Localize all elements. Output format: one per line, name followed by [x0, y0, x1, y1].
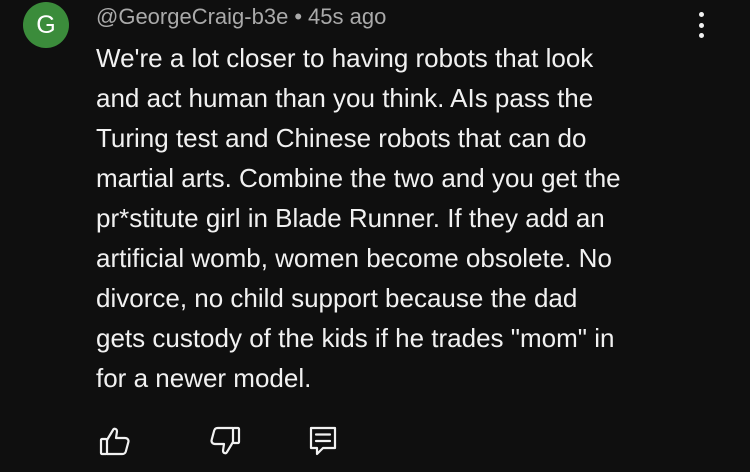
reply-button[interactable] [306, 424, 340, 458]
timestamp[interactable]: 45s ago [308, 4, 386, 29]
more-options-button[interactable] [688, 8, 714, 42]
comment-line: Turing test and Chinese robots that can … [96, 123, 587, 153]
reply-comment-icon [309, 426, 337, 456]
thumbs-up-icon [99, 427, 130, 456]
comment-line: gets custody of the kids if he trades "m… [96, 323, 615, 353]
like-button[interactable] [98, 424, 132, 458]
meta-separator: • [294, 4, 303, 29]
comment-line: divorce, no child support because the da… [96, 283, 578, 313]
comment-text: We're a lot closer to having robots that… [96, 38, 716, 398]
comment-line: pr*stitute girl in Blade Runner. If they… [96, 203, 605, 233]
comment-line: and act human than you think. AIs pass t… [96, 83, 594, 113]
thumbs-down-icon [210, 426, 241, 455]
menu-dot-middle [698, 22, 704, 28]
comment-line: for a newer model. [96, 363, 312, 393]
comment-header: @GeorgeCraig-b3e • 45s ago [96, 2, 386, 32]
comment-line: We're a lot closer to having robots that… [96, 43, 594, 73]
menu-dot-top [698, 12, 704, 17]
avatar[interactable]: G [23, 2, 69, 48]
avatar-letter: G [36, 11, 56, 39]
comment-card: G @GeorgeCraig-b3e • 45s ago We're a lot c… [0, 0, 750, 472]
dislike-button[interactable] [208, 424, 242, 458]
comment-line: artificial womb, women become obsolete. … [96, 243, 612, 273]
author-handle[interactable]: @GeorgeCraig-b3e [96, 4, 288, 29]
comment-line: martial arts. Combine the two and you ge… [96, 163, 621, 193]
